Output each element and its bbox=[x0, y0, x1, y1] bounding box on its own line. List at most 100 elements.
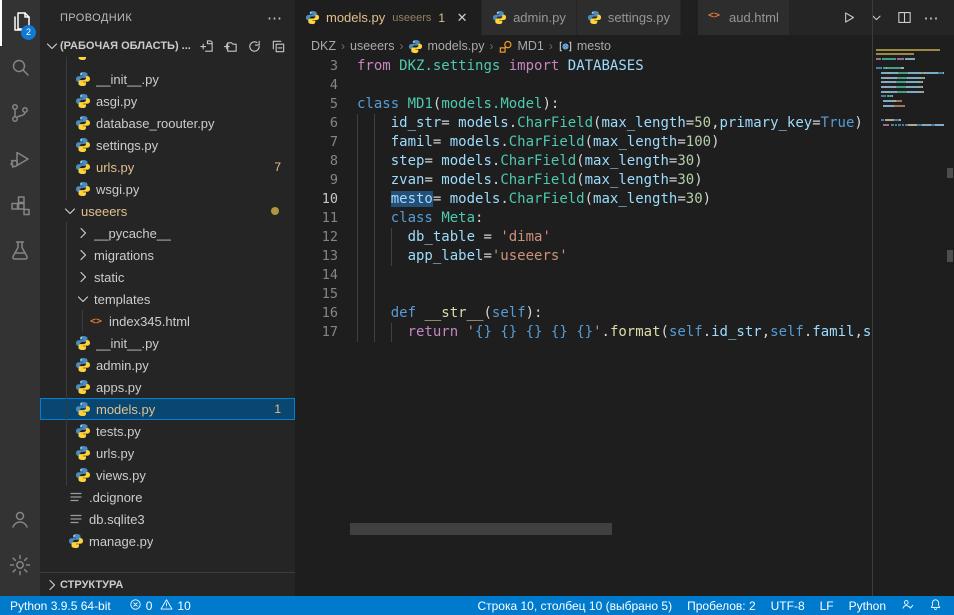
minimap-block bbox=[881, 72, 888, 74]
code-token: True bbox=[821, 115, 855, 131]
tree-file--init-py[interactable]: __init__.py bbox=[40, 68, 295, 90]
line-number[interactable]: 17 bbox=[295, 323, 338, 342]
status-problems[interactable]: 010 bbox=[129, 598, 191, 614]
run-dropdown-icon[interactable] bbox=[864, 6, 888, 30]
minimap-block bbox=[892, 95, 893, 97]
tab-aud-html[interactable]: <>aud.html bbox=[698, 0, 790, 35]
line-number[interactable]: 14 bbox=[295, 266, 338, 285]
status-cursor-position[interactable]: Строка 10, столбец 10 (выбрано 5) bbox=[477, 599, 672, 613]
activity-item-accounts[interactable] bbox=[0, 498, 40, 544]
tree-file-database-roouter-py[interactable]: database_roouter.py bbox=[40, 112, 295, 134]
tree-row-content: views.py bbox=[40, 464, 295, 486]
close-icon[interactable]: ✕ bbox=[453, 10, 471, 26]
activity-item-run-and-debug[interactable] bbox=[0, 138, 40, 184]
tree-file-urls-py[interactable]: urls.py bbox=[40, 442, 295, 464]
status-notifications[interactable] bbox=[929, 598, 942, 614]
selected-text: mesto bbox=[391, 191, 433, 207]
tab-admin-py[interactable]: admin.py bbox=[482, 0, 577, 35]
tree-item-label: migrations bbox=[94, 248, 154, 263]
refresh-icon[interactable] bbox=[245, 37, 263, 55]
tree-file-indexlement[interactable]: indexlement bbox=[40, 57, 295, 68]
minimap-block bbox=[876, 124, 883, 126]
tree-file-db-sqlite3[interactable]: db.sqlite3 bbox=[40, 508, 295, 530]
status-language-mode[interactable]: Python bbox=[849, 599, 886, 613]
tree-file-urls-py[interactable]: urls.py7 bbox=[40, 156, 295, 178]
code-token: ) bbox=[703, 191, 711, 207]
collapse-all-icon[interactable] bbox=[269, 37, 287, 55]
code-token: = bbox=[475, 229, 500, 245]
tree-file-wsgi-py[interactable]: wsgi.py bbox=[40, 178, 295, 200]
activity-item-source-control[interactable] bbox=[0, 92, 40, 138]
code-editor[interactable]: 3from DKZ.settings import DATABASES45cla… bbox=[295, 57, 872, 596]
tree-file-asgi-py[interactable]: asgi.py bbox=[40, 90, 295, 112]
tree-file-tests-py[interactable]: tests.py bbox=[40, 420, 295, 442]
run-icon[interactable] bbox=[836, 6, 860, 30]
line-number[interactable]: 15 bbox=[295, 285, 338, 304]
line-number[interactable]: 12 bbox=[295, 228, 338, 247]
split-editor-icon[interactable] bbox=[892, 6, 916, 30]
breadcrumb-item-dkz[interactable]: DKZ bbox=[311, 39, 336, 53]
new-file-icon[interactable] bbox=[197, 37, 215, 55]
tab-settings-py[interactable]: settings.py bbox=[577, 0, 681, 35]
breadcrumb-item-mesto[interactable]: mesto bbox=[558, 39, 611, 54]
activity-item-extensions[interactable] bbox=[0, 184, 40, 230]
horizontal-scrollbar[interactable] bbox=[350, 523, 612, 535]
tree-file-settings-py[interactable]: settings.py bbox=[40, 134, 295, 156]
tree-folder-static[interactable]: static bbox=[40, 266, 295, 288]
line-number[interactable]: 16 bbox=[295, 304, 338, 323]
tree-folder-useeers[interactable]: useeers bbox=[40, 200, 295, 222]
tree-file-views-py[interactable]: views.py bbox=[40, 464, 295, 486]
line-number[interactable]: 9 bbox=[295, 171, 338, 190]
tree-row-content: __init__.py bbox=[40, 68, 295, 90]
status-encoding[interactable]: UTF-8 bbox=[771, 599, 805, 613]
more-actions-icon[interactable]: ⋯ bbox=[267, 9, 283, 27]
code-token: {} bbox=[475, 324, 492, 340]
tree-file--init-py[interactable]: __init__.py bbox=[40, 332, 295, 354]
line-number[interactable]: 7 bbox=[295, 133, 338, 152]
workspace-section-header[interactable]: (РАБОЧАЯ ОБЛАСТЬ) ... bbox=[40, 35, 295, 57]
new-folder-icon[interactable] bbox=[221, 37, 239, 55]
code-line: 17 return '{} {} {} {} {}'.format(self.i… bbox=[295, 323, 872, 342]
tree-file-index345-html[interactable]: <>index345.html bbox=[40, 310, 295, 332]
code-line-text: def __str__(self): bbox=[357, 304, 542, 323]
line-number[interactable]: 4 bbox=[295, 76, 338, 95]
breadcrumb-item-md1[interactable]: MD1 bbox=[498, 39, 543, 54]
code-token: {} bbox=[500, 324, 517, 340]
tree-folder-migrations[interactable]: migrations bbox=[40, 244, 295, 266]
sidebar-title: ПРОВОДНИК bbox=[60, 12, 132, 24]
tree-file-manage-py[interactable]: manage.py bbox=[40, 530, 295, 552]
editor-actions: ⋯ bbox=[836, 0, 954, 35]
tree-file-models-py[interactable]: models.py1 bbox=[40, 398, 295, 420]
minimap[interactable] bbox=[876, 48, 944, 128]
activity-item-search[interactable] bbox=[0, 46, 40, 92]
line-number[interactable]: 5 bbox=[295, 95, 338, 114]
activity-item-explorer[interactable]: 2 bbox=[0, 0, 40, 46]
tree-folder--pycache-[interactable]: __pycache__ bbox=[40, 222, 295, 244]
status-feedback[interactable] bbox=[901, 598, 914, 614]
tab-models-py[interactable]: models.pyuseeers1✕ bbox=[295, 0, 482, 35]
line-number[interactable]: 11 bbox=[295, 209, 338, 228]
breadcrumb-item-models-py[interactable]: models.py bbox=[408, 39, 484, 54]
tree-file-apps-py[interactable]: apps.py bbox=[40, 376, 295, 398]
line-number[interactable]: 13 bbox=[295, 247, 338, 266]
activity-item-testing[interactable] bbox=[0, 230, 40, 276]
line-number[interactable]: 6 bbox=[295, 114, 338, 133]
line-number[interactable]: 10 bbox=[295, 190, 338, 209]
minimap-block bbox=[943, 72, 944, 74]
more-actions-icon[interactable]: ⋯ bbox=[920, 6, 944, 30]
status-eol[interactable]: LF bbox=[820, 599, 834, 613]
status-label: Строка 10, столбец 10 (выбрано 5) bbox=[477, 599, 672, 613]
line-number[interactable]: 3 bbox=[295, 57, 338, 76]
tree-folder-templates[interactable]: templates bbox=[40, 288, 295, 310]
tree-file-admin-py[interactable]: admin.py bbox=[40, 354, 295, 376]
tree-file--dcignore[interactable]: .dcignore bbox=[40, 486, 295, 508]
chevron-right-icon bbox=[75, 247, 91, 263]
line-number[interactable]: 8 bbox=[295, 152, 338, 171]
status-python-interpreter[interactable]: Python 3.9.5 64-bit bbox=[10, 599, 111, 613]
status-indentation[interactable]: Пробелов: 2 bbox=[687, 599, 756, 613]
breadcrumb-item-useeers[interactable]: useeers bbox=[350, 39, 394, 53]
indent-guide bbox=[357, 228, 358, 247]
activity-item-manage[interactable] bbox=[0, 544, 40, 590]
tree-row-content: db.sqlite3 bbox=[40, 508, 295, 530]
outline-section-header[interactable]: СТРУКТУРА bbox=[40, 572, 295, 596]
